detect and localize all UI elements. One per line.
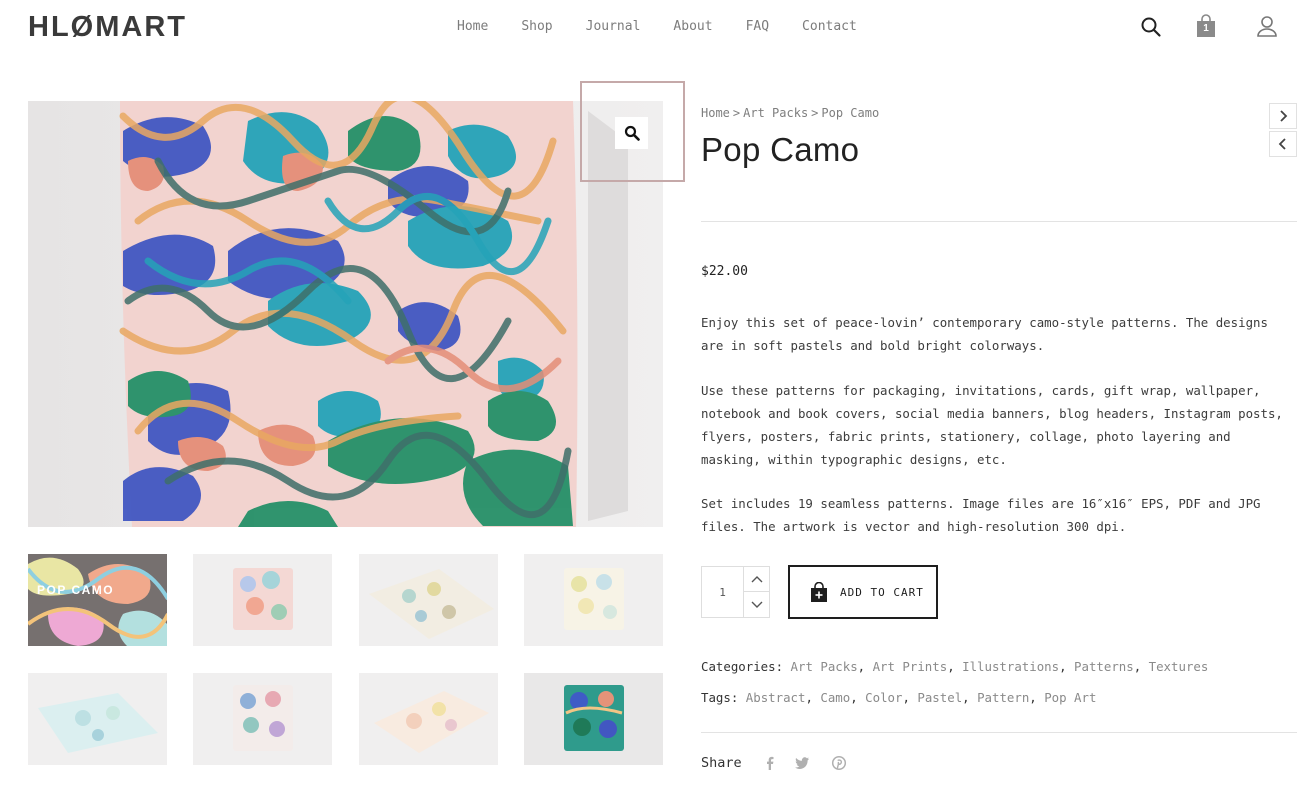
nav-about[interactable]: About: [673, 19, 712, 34]
nav-home[interactable]: Home: [457, 19, 488, 34]
facebook-icon[interactable]: [762, 755, 778, 771]
nav-contact[interactable]: Contact: [802, 19, 857, 34]
next-product-button[interactable]: [1269, 103, 1297, 129]
tag-link[interactable]: Abstract: [746, 690, 806, 705]
breadcrumb-current: Pop Camo: [821, 106, 880, 120]
add-to-cart-button[interactable]: ADD TO CART: [788, 565, 938, 619]
divider: [701, 221, 1297, 222]
gallery-thumb-3[interactable]: [359, 554, 498, 646]
gallery-thumb-2[interactable]: [193, 554, 332, 646]
tag-link[interactable]: Pop Art: [1044, 690, 1096, 705]
cart-count-badge: 1: [1203, 23, 1209, 34]
search-icon[interactable]: [1140, 16, 1162, 38]
gallery-thumb-5[interactable]: [28, 673, 167, 765]
description-paragraph-2: Use these patterns for packaging, invita…: [701, 383, 1283, 467]
quantity-decrease-button[interactable]: [743, 592, 770, 617]
bag-plus-icon: [811, 582, 827, 602]
gallery-thumb-4[interactable]: [524, 554, 663, 646]
quantity-stepper: 1: [701, 566, 770, 618]
tag-link[interactable]: Color: [865, 690, 902, 705]
chevron-right-icon: [1280, 110, 1288, 122]
nav-journal[interactable]: Journal: [586, 19, 641, 34]
category-link[interactable]: Textures: [1149, 659, 1209, 674]
add-to-cart-label: ADD TO CART: [840, 585, 924, 599]
quantity-input[interactable]: 1: [702, 567, 743, 617]
categories-label: Categories:: [701, 659, 784, 674]
magnifier-icon[interactable]: [615, 117, 648, 149]
gallery-thumb-6[interactable]: [193, 673, 332, 765]
tag-link[interactable]: Pastel: [917, 690, 962, 705]
chevron-down-icon: [751, 601, 763, 608]
shopping-bag-icon[interactable]: 1: [1195, 14, 1217, 39]
product-tags: Tags: Abstract, Camo, Color, Pastel, Pat…: [701, 690, 1097, 705]
chevron-up-icon: [751, 576, 763, 583]
previous-product-button[interactable]: [1269, 131, 1297, 157]
twitter-icon[interactable]: [794, 755, 810, 771]
tag-link[interactable]: Pattern: [977, 690, 1029, 705]
main-nav: Home Shop Journal About FAQ Contact: [457, 19, 857, 34]
gallery-thumb-8[interactable]: [524, 673, 663, 765]
breadcrumb-art-packs[interactable]: Art Packs: [743, 106, 808, 120]
share-label: Share: [701, 755, 742, 771]
breadcrumb-separator: >: [732, 106, 741, 120]
divider: [701, 732, 1297, 733]
quantity-increase-button[interactable]: [743, 567, 770, 592]
user-icon[interactable]: [1256, 15, 1278, 37]
category-link[interactable]: Art Prints: [873, 659, 948, 674]
category-link[interactable]: Art Packs: [791, 659, 858, 674]
product-title: Pop Camo: [701, 131, 860, 168]
thumb-caption: POP CAMO: [37, 583, 115, 597]
nav-shop[interactable]: Shop: [521, 19, 552, 34]
breadcrumb: Home > Art Packs > Pop Camo: [701, 106, 879, 120]
description-paragraph-3: Set includes 19 seamless patterns. Image…: [701, 496, 1261, 534]
breadcrumb-separator: >: [811, 106, 819, 120]
gallery-thumb-7[interactable]: [359, 673, 498, 765]
tags-label: Tags:: [701, 690, 739, 705]
category-link[interactable]: Illustrations: [962, 659, 1059, 674]
breadcrumb-home[interactable]: Home: [701, 106, 730, 120]
nav-faq[interactable]: FAQ: [746, 19, 769, 34]
chevron-left-icon: [1278, 138, 1286, 150]
tag-link[interactable]: Camo: [820, 690, 850, 705]
pinterest-icon[interactable]: [831, 755, 847, 771]
site-logo[interactable]: HLØMART: [28, 11, 187, 44]
description-paragraph-1: Enjoy this set of peace-lovin’ contempor…: [701, 315, 1268, 353]
product-categories: Categories: Art Packs, Art Prints, Illus…: [701, 659, 1209, 674]
product-price: $22.00: [701, 264, 748, 279]
category-link[interactable]: Patterns: [1074, 659, 1134, 674]
main-product-image[interactable]: [28, 101, 663, 527]
gallery-thumb-1[interactable]: POP CAMO: [28, 554, 167, 646]
